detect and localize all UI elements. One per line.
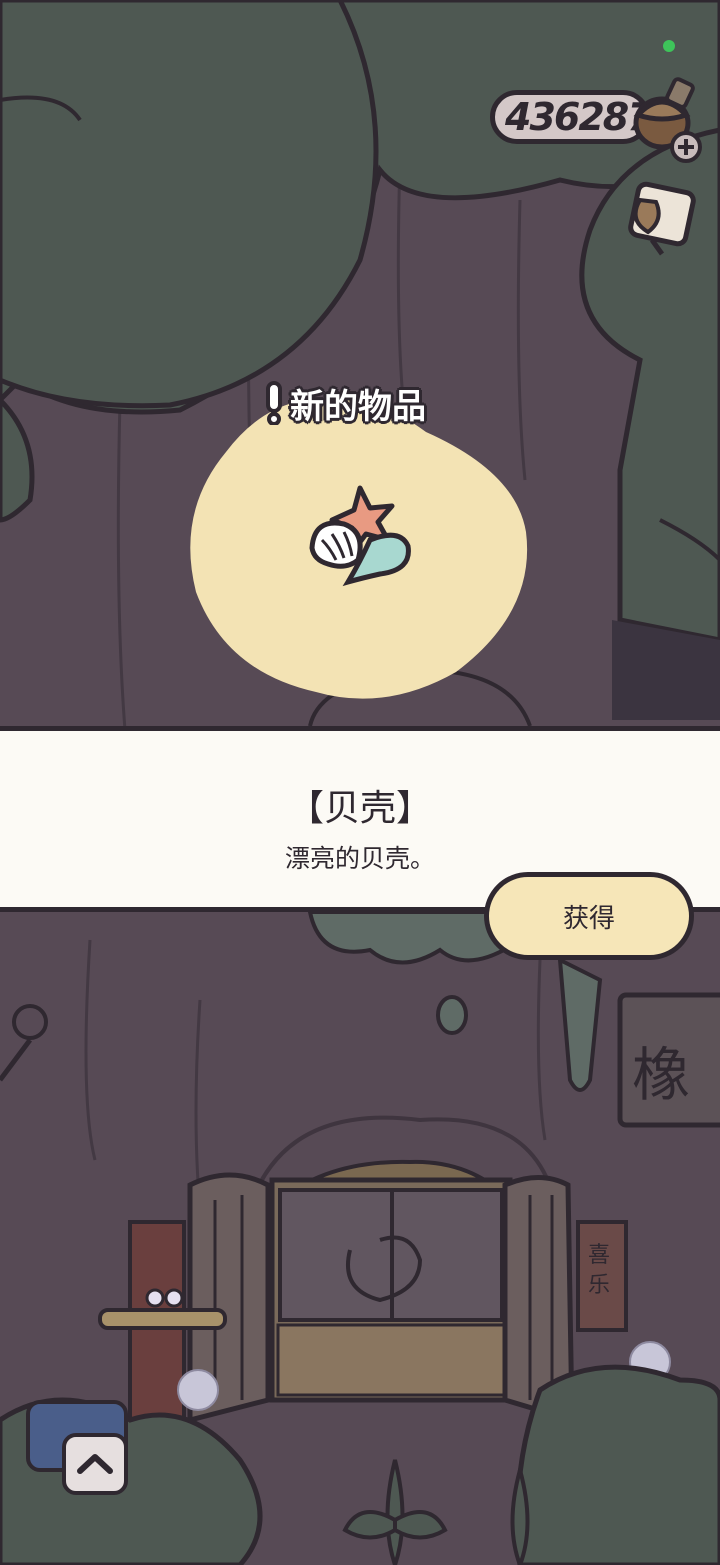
acorn-icon[interactable] xyxy=(622,75,702,165)
obtain-button[interactable]: 获得 xyxy=(484,872,694,960)
status-indicator-dot xyxy=(663,40,675,52)
new-item-label: 新的物品 xyxy=(290,386,426,427)
new-item-heading: 新的物品 xyxy=(262,375,426,431)
couplet-char-2: 乐 xyxy=(588,1273,610,1298)
item-name: 【贝壳】 xyxy=(287,788,432,829)
seashell-icon xyxy=(309,485,411,587)
chevron-up-icon xyxy=(77,1454,113,1474)
couplet-char-1: 喜 xyxy=(588,1243,610,1268)
item-description: 漂亮的贝壳。 xyxy=(284,844,435,873)
exclamation-icon xyxy=(266,381,282,425)
sign-character: 橡 xyxy=(632,1041,690,1109)
obtain-button-label: 获得 xyxy=(562,903,615,934)
expand-menu-button[interactable] xyxy=(62,1433,128,1495)
letter-icon[interactable] xyxy=(618,180,700,258)
